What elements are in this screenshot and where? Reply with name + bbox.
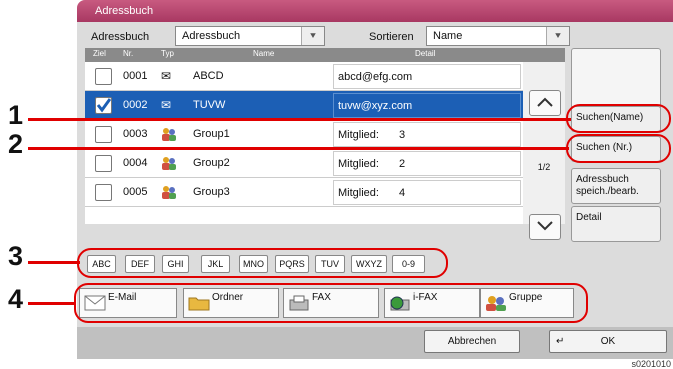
addressbook-select-value: Adressbuch xyxy=(182,30,241,42)
column-header-name: Name xyxy=(253,49,275,58)
chevron-down-icon xyxy=(537,220,553,234)
group-icon xyxy=(161,185,177,199)
ok-button[interactable]: ↵ OK xyxy=(549,330,667,353)
table-row[interactable]: 0004 Group2 Mitglied: 2 xyxy=(85,149,565,178)
title-bar: Adressbuch xyxy=(77,0,673,22)
addressbook-edit-label: Adressbuch speich./bearb. xyxy=(576,174,639,197)
row-name: Group3 xyxy=(193,186,230,198)
row-number: 0002 xyxy=(123,99,148,111)
footer-bar: Abbrechen ↵ OK xyxy=(77,327,673,359)
callout-frame-4 xyxy=(74,283,588,323)
callout-leader-3 xyxy=(28,261,80,264)
row-detail-text: Mitglied: xyxy=(338,158,379,170)
group-icon xyxy=(161,156,177,170)
callout-number-1: 1 xyxy=(8,100,24,130)
side-blank-area xyxy=(571,48,661,110)
ok-label: OK xyxy=(600,336,616,347)
chevron-up-icon xyxy=(537,97,553,110)
row-detail-text: Mitglied: xyxy=(338,129,379,141)
callout-leader-2 xyxy=(28,147,569,150)
column-header-detail: Detail xyxy=(415,49,436,58)
row-checkbox[interactable] xyxy=(95,155,112,172)
table-row[interactable]: 0001 ✉ ABCD abcd@efg.com xyxy=(85,62,565,91)
row-detail: Mitglied: 3 xyxy=(333,122,521,147)
row-detail: Mitglied: 4 xyxy=(333,180,521,205)
row-number: 0005 xyxy=(123,186,148,198)
sort-label: Sortieren xyxy=(369,31,414,43)
callout-leader-4 xyxy=(28,302,76,305)
column-header-ziel: Ziel xyxy=(93,49,106,58)
row-detail-text: tuvw@xyz.com xyxy=(338,100,413,112)
group-icon xyxy=(161,127,177,141)
figure-code: s0201010 xyxy=(631,359,671,369)
detail-button[interactable]: Detail xyxy=(571,206,661,242)
callout-frame-2 xyxy=(566,134,671,163)
column-header-nr: Nr. xyxy=(123,49,134,58)
addressbook-select[interactable]: Adressbuch ⯆ xyxy=(175,26,325,46)
chevron-down-icon: ⯆ xyxy=(546,27,569,45)
page-indicator: 1/2 xyxy=(537,162,551,172)
column-header-typ: Typ xyxy=(161,49,174,58)
addressbook-label: Adressbuch xyxy=(91,31,150,43)
cancel-button[interactable]: Abbrechen xyxy=(424,330,520,353)
callout-frame-3 xyxy=(77,248,448,278)
row-member-count: 2 xyxy=(399,158,406,170)
row-checkbox[interactable] xyxy=(95,126,112,143)
callout-leader-1 xyxy=(28,118,571,121)
row-member-count: 3 xyxy=(399,129,406,141)
scroll-up-button[interactable] xyxy=(529,90,561,116)
scroll-down-button[interactable] xyxy=(529,214,561,240)
email-icon: ✉ xyxy=(161,98,172,112)
callout-number-2: 2 xyxy=(8,129,24,159)
list-scroll-column: 1/2 xyxy=(523,62,565,240)
email-icon: ✉ xyxy=(161,69,172,83)
row-detail-text: abcd@efg.com xyxy=(338,71,413,83)
row-detail: Mitglied: 2 xyxy=(333,151,521,176)
table-header: Ziel Nr. Typ Name Detail xyxy=(85,48,565,62)
row-checkbox[interactable] xyxy=(95,184,112,201)
sort-select-value: Name xyxy=(433,30,463,42)
table-row[interactable]: 0005 Group3 Mitglied: 4 xyxy=(85,178,565,207)
row-member-count: 4 xyxy=(399,187,406,199)
row-name: ABCD xyxy=(193,70,224,82)
row-name: TUVW xyxy=(193,99,226,111)
callout-frame-1 xyxy=(566,104,671,133)
callout-number-3: 3 xyxy=(8,241,24,271)
row-number: 0004 xyxy=(123,157,148,169)
row-detail: tuvw@xyz.com xyxy=(333,93,521,118)
row-name: Group1 xyxy=(193,128,230,140)
enter-icon: ↵ xyxy=(556,336,565,347)
row-detail: abcd@efg.com xyxy=(333,64,521,89)
detail-label: Detail xyxy=(576,212,602,223)
table-row-selected[interactable]: 0002 ✉ TUVW tuvw@xyz.com xyxy=(85,91,565,120)
callout-number-4: 4 xyxy=(8,284,24,314)
window-title: Adressbuch xyxy=(95,5,154,17)
row-checkbox[interactable] xyxy=(95,68,112,85)
table-row[interactable]: 0003 Group1 Mitglied: 3 xyxy=(85,120,565,149)
sort-select[interactable]: Name ⯆ xyxy=(426,26,570,46)
row-number: 0003 xyxy=(123,128,148,140)
row-detail-text: Mitglied: xyxy=(338,187,379,199)
row-checkbox-checked[interactable] xyxy=(95,97,112,114)
address-list: 0001 ✉ ABCD abcd@efg.com 0002 ✉ TUVW tuv… xyxy=(85,62,565,224)
addressbook-edit-button[interactable]: Adressbuch speich./bearb. xyxy=(571,168,661,204)
row-name: Group2 xyxy=(193,157,230,169)
row-number: 0001 xyxy=(123,70,148,82)
chevron-down-icon: ⯆ xyxy=(301,27,324,45)
